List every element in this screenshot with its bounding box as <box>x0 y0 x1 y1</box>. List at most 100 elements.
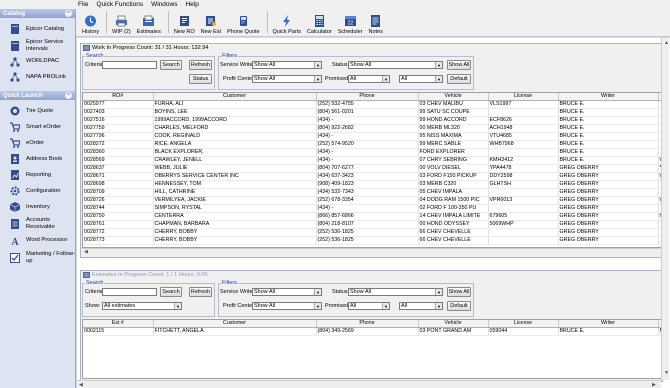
table-row[interactable]: 0028726 VERMILYEA, JACKIE (252) 678-3354 04… <box>83 196 661 205</box>
column-header[interactable]: Writer <box>558 93 659 101</box>
wip-service-writer-select[interactable]: Show All ▼ <box>252 61 322 69</box>
wip-criteria-input[interactable] <box>102 61 157 69</box>
sidebar-item-accounts-receivable[interactable]: Accounts Receivable <box>0 215 75 232</box>
wip-promised-select-2[interactable]: All ▼ <box>399 75 443 83</box>
est-profit-center-select[interactable]: Show All ▼ <box>252 302 322 310</box>
table-row[interactable]: 0028671 OBERRYS SERVICE CENTER INC (434) 6… <box>83 172 661 181</box>
column-header[interactable]: Phone <box>316 93 419 101</box>
table-row[interactable]: 0027796 COOK, REGINALD (434) -95 NISS MAXI… <box>83 132 661 141</box>
table-row[interactable]: 0028709 HILL, CATHRINE (434) 532-7343 05 CH… <box>83 188 661 197</box>
est-default-button[interactable]: Default <box>447 301 471 311</box>
table-row[interactable]: 0028761 CHAPMAN, BARBARA (804) 218-8107 00 … <box>83 220 661 229</box>
wip-button[interactable]: WIP (2) <box>110 8 133 36</box>
quick-launch-header[interactable]: Quick Launch ⌃ <box>0 91 75 100</box>
column-header[interactable]: Writer <box>558 320 659 328</box>
sidebar-item-reporting[interactable]: Reporting <box>0 167 75 183</box>
main-vertical-scrollbar-top[interactable]: ▲ <box>661 38 669 268</box>
wip-promised-select[interactable]: All ▼ <box>348 75 390 83</box>
table-row[interactable]: 0027516 1999ACCORD, 1999ACCORD (434) -99 H… <box>83 116 661 125</box>
table-row[interactable]: 0028744 SIMPSON, RYSTAL (434) -02 FORD F 1… <box>83 204 661 213</box>
est-show-value: All estimates <box>104 303 136 309</box>
table-row[interactable]: 0028750 CENTERRA (866) 857-6866 14 CHEV IMP… <box>83 212 661 221</box>
est-service-writer-select[interactable]: Show All ▼ <box>252 288 322 296</box>
sidebar-item-address-book[interactable]: Address Book <box>0 151 75 167</box>
table-row[interactable]: 0025977 FURHA, ALI (252) 532-4755 03 CHEV M… <box>83 100 661 109</box>
sidebar-item-inventory[interactable]: Inventory <box>0 199 75 215</box>
catalog-header[interactable]: Catalog ⌃ <box>0 9 75 18</box>
scheduler-button[interactable]: 22 Scheduler <box>336 8 365 36</box>
scroll-left-icon[interactable]: ◀ <box>84 249 88 255</box>
table-row[interactable]: 0028569 CRAWLEY, JENELL (434) -07 CHRY SEB… <box>83 156 661 165</box>
scroll-down-icon[interactable]: ▼ <box>664 370 669 376</box>
new-ro-button[interactable]: New RO <box>172 8 197 36</box>
menu-windows[interactable]: Windows <box>151 1 177 8</box>
table-row[interactable]: 0028272 RICE, ANGELA (252) 574-9520 99 MERC… <box>83 140 661 149</box>
menu-quick-functions[interactable]: Quick Functions <box>96 1 143 8</box>
est-search-button[interactable]: Search <box>160 287 182 297</box>
column-header[interactable]: License <box>488 320 559 328</box>
sidebar-item-smart-eorder[interactable]: Smart eOrder <box>0 119 75 135</box>
sidebar-item-epicor-service-intervals[interactable]: Epicor Service Intervals <box>0 37 75 54</box>
sidebar-item-label: Address Book <box>26 155 63 162</box>
notes-button[interactable]: Notes <box>367 8 385 36</box>
column-header[interactable]: Customer <box>153 320 317 328</box>
est-refresh-button[interactable]: Refresh <box>189 287 212 297</box>
collapse-icon[interactable]: ⌃ <box>65 92 72 99</box>
table-cell: BRUCE E. <box>558 140 659 149</box>
scroll-right-icon[interactable]: ▶ <box>652 382 656 388</box>
est-promised-select[interactable]: All ▼ <box>348 302 390 310</box>
table-row[interactable]: 0028360 BLACK EXPLORER, (434) - FORD EXPLOR… <box>83 148 661 157</box>
table-row[interactable]: 0027403 BOYINS, LEE (804) 561-0201 99 SATU … <box>83 108 661 117</box>
est-show-all-button[interactable]: Show All <box>447 287 471 297</box>
table-row[interactable]: 0002115 FITCHETT, ANGELA (804) 349-2569 03 … <box>83 327 661 336</box>
main-horizontal-scrollbar[interactable]: ◀ ▶ <box>77 380 661 388</box>
sidebar-item-eorder[interactable]: eOrder <box>0 135 75 151</box>
est-criteria-input[interactable] <box>102 288 157 296</box>
wip-show-all-button[interactable]: Show All <box>447 60 471 70</box>
table-row[interactable]: 0028698 HENNESSEY, TOM (908) 409-1823 03 ME… <box>83 180 661 189</box>
wip-horizontal-scrollbar[interactable]: ◀ <box>82 248 662 255</box>
wip-search-button[interactable]: Search <box>160 60 182 70</box>
table-row[interactable]: 0028772 CHERRY, BOBBY (252) 536-1825 66 CHE… <box>83 228 661 237</box>
table-cell: 059044 <box>488 327 559 336</box>
sidebar-item-worldpac[interactable]: WORLDPAC <box>0 54 75 69</box>
scroll-left-icon[interactable]: ◀ <box>79 382 83 388</box>
table-row[interactable]: 0028637 WEBB, JULIE (804) 707-6277 00 VOLV … <box>83 164 661 173</box>
column-header[interactable]: License <box>488 93 559 101</box>
column-header[interactable]: Est # <box>83 320 154 328</box>
table-row[interactable]: 0027759 CHARLES, MELFORD (804) 922-2682 00 … <box>83 124 661 133</box>
column-header[interactable]: Customer <box>153 93 317 101</box>
menu-file[interactable]: File <box>78 1 88 8</box>
sidebar-item-label: Epicor Service Intervals <box>26 39 64 52</box>
collapse-icon[interactable]: ⌃ <box>65 10 72 17</box>
sidebar-item-word-processor[interactable]: A Word Processor <box>0 232 75 249</box>
main-vertical-scrollbar-bottom[interactable]: ▼ <box>661 268 669 380</box>
scroll-up-icon[interactable]: ▲ <box>664 40 669 46</box>
est-show-select[interactable]: All estimates ▼ <box>102 302 182 310</box>
est-status-select[interactable]: Show All ▼ <box>348 288 443 296</box>
column-header[interactable]: RO# <box>83 93 154 101</box>
new-estimate-button[interactable]: New Est <box>199 8 223 36</box>
sidebar-item-configuration[interactable]: Configuration <box>0 183 75 199</box>
column-header[interactable]: Phone <box>316 320 419 328</box>
est-promised-select-2[interactable]: All ▼ <box>399 302 443 310</box>
sidebar-item-marketing[interactable]: Marketing / Follow-up <box>0 249 75 266</box>
history-button[interactable]: History <box>80 8 101 36</box>
wip-default-button[interactable]: Default <box>447 74 471 84</box>
estimates-button[interactable]: Estimates <box>135 8 163 36</box>
quick-parts-button[interactable]: Quick Parts <box>271 8 303 36</box>
menu-help[interactable]: Help <box>185 1 198 8</box>
wip-refresh-button[interactable]: Refresh <box>189 60 212 70</box>
wip-profit-center-select[interactable]: Show All ▼ <box>252 75 322 83</box>
wip-status-select[interactable]: Show All ▼ <box>348 61 443 69</box>
table-row[interactable]: 0028773 CHERRY, BOBBY (252) 536-1825 66 CHE… <box>83 236 661 245</box>
wip-status-button[interactable]: Status <box>189 74 212 84</box>
column-header[interactable]: Vehicle <box>418 320 489 328</box>
phone-quote-button[interactable]: Phone Quote <box>225 8 261 36</box>
chevron-down-icon: ▼ <box>314 76 321 82</box>
calculator-button[interactable]: Calculator <box>305 8 334 36</box>
column-header[interactable]: Vehicle <box>418 93 489 101</box>
sidebar-item-epicor-catalog[interactable]: Epicor Catalog <box>0 21 75 37</box>
sidebar-item-napa-prolink[interactable]: NAPA PROLink <box>0 69 75 85</box>
sidebar-item-tire-quote[interactable]: Tire Quote <box>0 103 75 119</box>
